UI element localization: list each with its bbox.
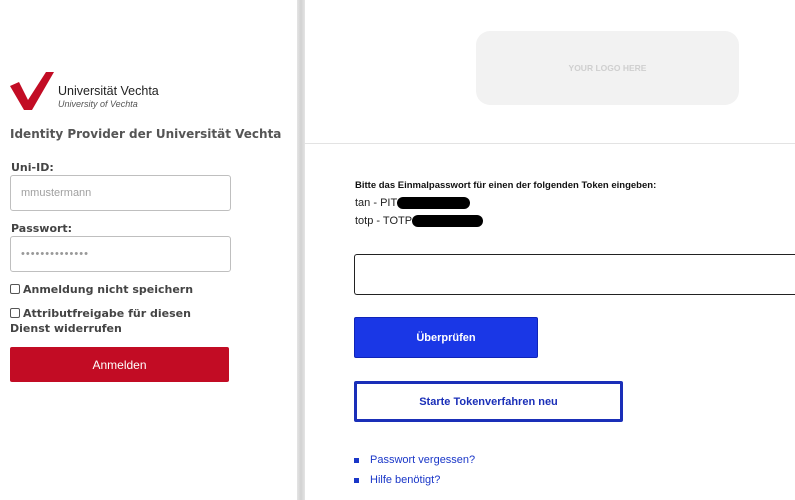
revoke-consent-checkbox-row[interactable]: Attributfreigabe für diesen: [10, 307, 191, 321]
uni-id-input[interactable]: [10, 175, 231, 211]
page-title: Identity Provider der Universität Vechta: [10, 127, 282, 141]
square-bullet-icon: [354, 457, 359, 463]
university-subtitle: University of Vechta: [58, 99, 138, 109]
square-bullet-icon: [354, 477, 359, 483]
help-link[interactable]: Hilfe benötigt?: [370, 474, 440, 486]
otp-input[interactable]: [354, 254, 795, 295]
redaction-bar: [397, 197, 471, 209]
university-logo: Universität Vechta University of Vechta: [10, 70, 180, 112]
university-name: Universität Vechta: [58, 84, 159, 98]
token-label: tan - PIT: [355, 197, 398, 209]
header-divider: [305, 143, 795, 144]
token-item: totp - TOTP: [355, 215, 484, 227]
panel-divider: [297, 0, 305, 500]
login-panel: Universität Vechta University of Vechta …: [0, 0, 297, 500]
remember-checkbox-label: Anmeldung nicht speichern: [23, 283, 194, 296]
verify-button[interactable]: Überprüfen: [354, 317, 538, 358]
forgot-password-link[interactable]: Passwort vergessen?: [370, 454, 475, 466]
login-button[interactable]: Anmelden: [10, 347, 229, 382]
redaction-bar: [412, 215, 484, 227]
university-logo-icon: [10, 72, 54, 110]
logo-placeholder: YOUR LOGO HERE: [476, 31, 739, 105]
revoke-consent-label-line2: Dienst widerrufen: [10, 322, 122, 335]
uni-id-label: Uni-ID:: [11, 161, 54, 174]
token-label: totp - TOTP: [355, 215, 413, 227]
revoke-consent-label-line1: Attributfreigabe für diesen: [23, 307, 191, 320]
restart-token-button[interactable]: Starte Tokenverfahren neu: [354, 381, 623, 422]
password-label: Passwort:: [11, 222, 73, 235]
password-input[interactable]: [10, 236, 231, 272]
otp-prompt: Bitte das Einmalpasswort für einen der f…: [355, 180, 657, 191]
remember-checkbox[interactable]: [10, 284, 20, 294]
revoke-consent-checkbox[interactable]: [10, 308, 20, 318]
forgot-password-link-row[interactable]: Passwort vergessen?: [354, 454, 475, 466]
remember-checkbox-row[interactable]: Anmeldung nicht speichern: [10, 283, 193, 297]
help-link-row[interactable]: Hilfe benötigt?: [354, 474, 440, 486]
token-item: tan - PIT: [355, 197, 471, 209]
logo-placeholder-text: YOUR LOGO HERE: [568, 63, 647, 73]
